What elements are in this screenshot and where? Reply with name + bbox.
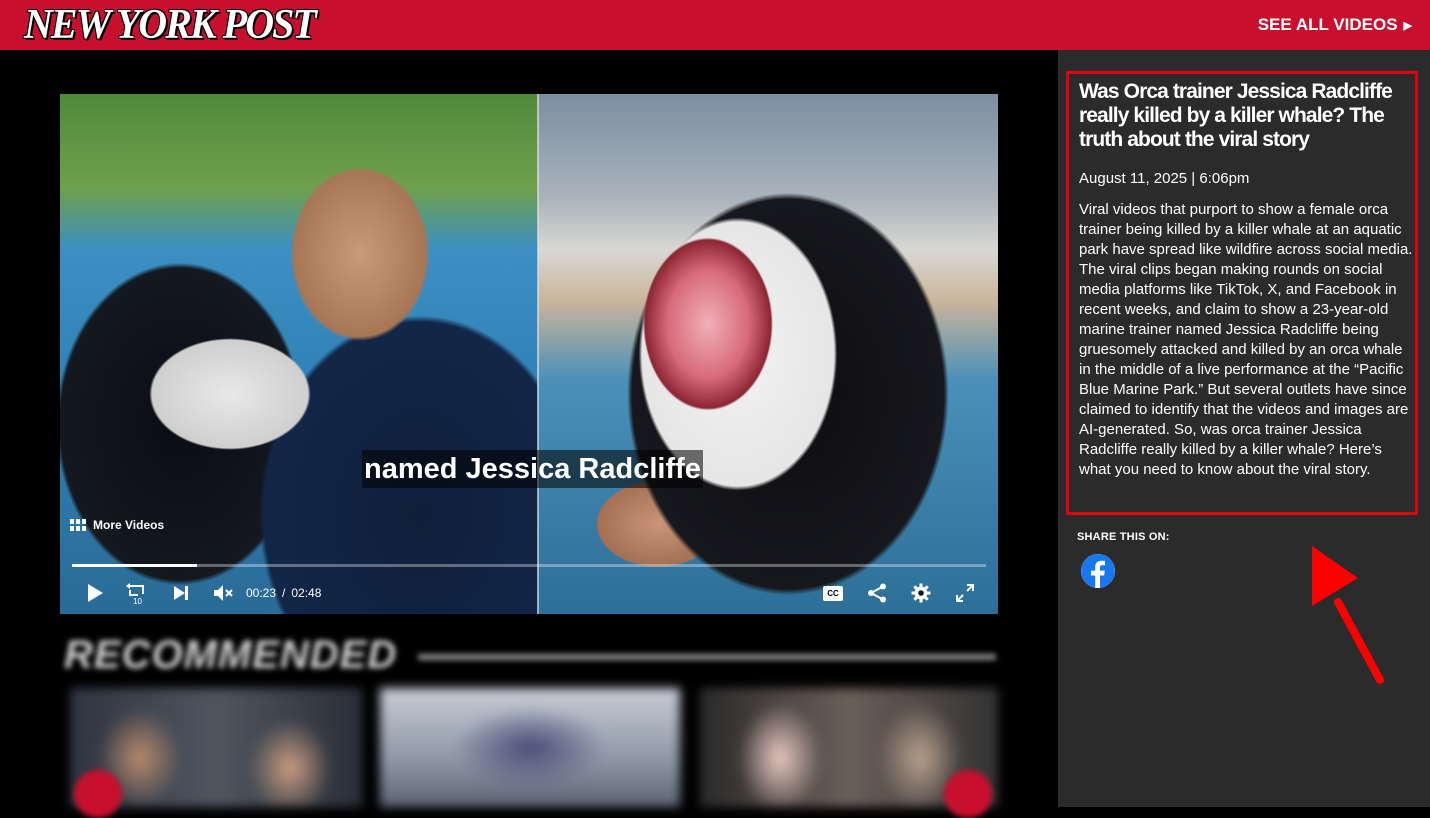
fullscreen-icon xyxy=(956,584,974,602)
highlighted-article: Was Orca trainer Jessica Radcliffe reall… xyxy=(1066,71,1418,515)
article-body: Viral videos that purport to show a fema… xyxy=(1079,201,1413,478)
mute-icon xyxy=(214,585,233,601)
replay-10-icon: 10 xyxy=(126,583,144,605)
video-frame-left xyxy=(60,94,538,614)
video-controls: 10 00:23 / 02:48 CC xyxy=(60,576,998,610)
article-headline[interactable]: Was Orca trainer Jessica Radcliffe reall… xyxy=(1079,80,1413,152)
grid-icon xyxy=(70,519,86,531)
duration: 02:48 xyxy=(291,586,322,600)
settings-button[interactable] xyxy=(910,580,932,606)
video-progress-bar[interactable] xyxy=(72,564,986,567)
site-logo[interactable]: NEW YORK POST xyxy=(24,2,317,48)
caret-right-icon: ▶ xyxy=(1403,20,1412,32)
video-pane: named Jessica Radcliffe More Videos 10 0… xyxy=(0,50,1058,807)
facebook-share-button[interactable] xyxy=(1081,554,1115,588)
skip-next-button[interactable] xyxy=(170,580,192,606)
replay-10-button[interactable]: 10 xyxy=(126,580,150,606)
cc-icon: CC xyxy=(823,585,843,601)
current-time: 00:23 xyxy=(246,586,277,600)
skip-next-icon xyxy=(174,586,188,600)
frame-divider xyxy=(537,94,539,614)
play-button[interactable] xyxy=(84,580,106,606)
captions-button[interactable]: CC xyxy=(822,580,844,606)
video-caption: named Jessica Radcliffe xyxy=(362,450,703,488)
time-display: 00:23 / 02:48 xyxy=(246,580,321,606)
video-frame-right xyxy=(538,94,998,614)
mute-button[interactable] xyxy=(212,580,236,606)
replay-10-label: 10 xyxy=(133,597,142,605)
carousel-prev-button[interactable] xyxy=(74,770,122,818)
article-sidebar: Was Orca trainer Jessica Radcliffe reall… xyxy=(1058,50,1430,807)
share-icon xyxy=(868,583,886,603)
see-all-videos-label: SEE ALL VIDEOS xyxy=(1257,15,1398,34)
video-progress-fill xyxy=(72,564,198,567)
recommended-thumbnail[interactable] xyxy=(380,688,680,807)
red-arrow xyxy=(1312,546,1384,684)
recommended-header: RECOMMENDED xyxy=(60,632,998,680)
time-separator: / xyxy=(282,586,286,600)
recommended-title: RECOMMENDED xyxy=(64,633,398,677)
recommended-rule xyxy=(418,654,996,660)
share-label: SHARE THIS ON: xyxy=(1077,531,1170,543)
top-bar: NEW YORK POST SEE ALL VIDEOS ▶ xyxy=(0,0,1430,50)
article-dateline: August 11, 2025 | 6:06pm xyxy=(1079,170,1250,187)
more-videos-label: More Videos xyxy=(93,518,165,532)
carousel-next-button[interactable] xyxy=(944,770,992,818)
more-videos-button[interactable]: More Videos xyxy=(70,518,164,532)
share-button[interactable] xyxy=(866,580,888,606)
facebook-icon xyxy=(1081,554,1115,588)
recommended-carousel xyxy=(60,688,998,807)
see-all-videos-link[interactable]: SEE ALL VIDEOS ▶ xyxy=(1258,14,1412,38)
gear-icon xyxy=(911,583,931,603)
play-icon xyxy=(88,584,103,602)
fullscreen-button[interactable] xyxy=(954,580,976,606)
video-player[interactable]: named Jessica Radcliffe More Videos 10 0… xyxy=(60,94,998,614)
